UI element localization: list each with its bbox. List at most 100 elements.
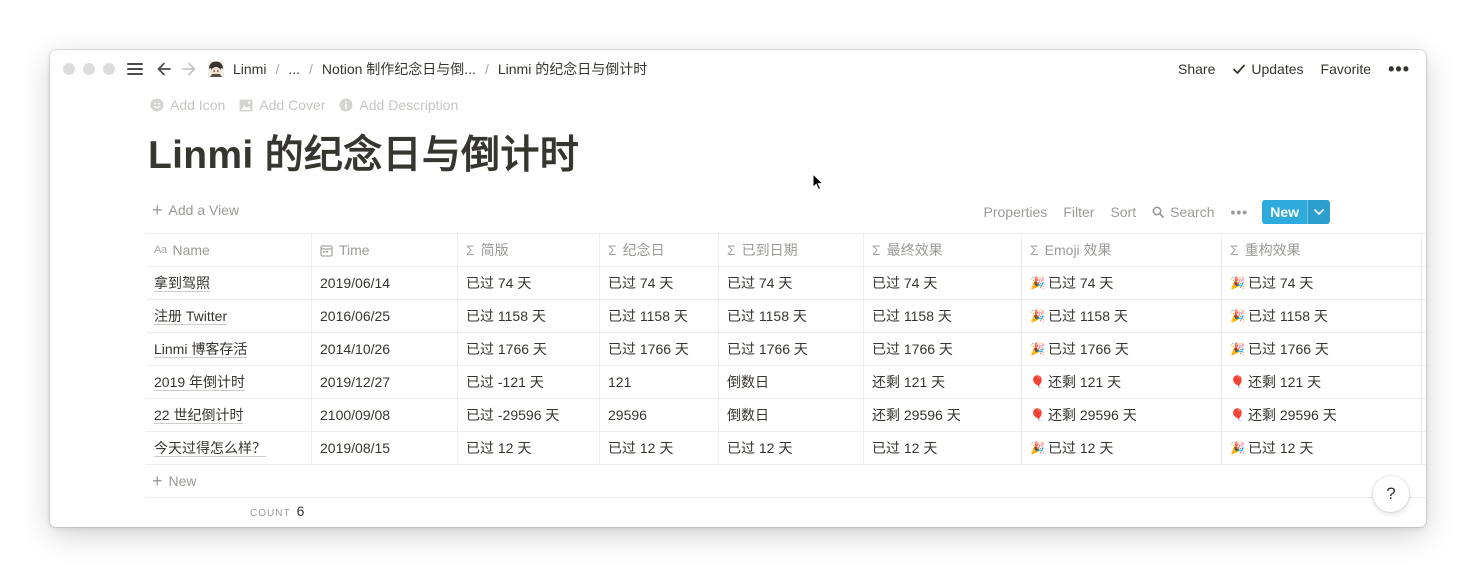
page-title[interactable]: Linmi 的纪念日与倒计时: [148, 124, 579, 180]
column-header-simple[interactable]: Σ 简版: [458, 234, 600, 266]
cell-anniversary[interactable]: 29596: [600, 399, 719, 431]
filter-button[interactable]: Filter: [1063, 204, 1094, 220]
cell-final[interactable]: 已过 74 天: [864, 267, 1022, 299]
cell-anniversary[interactable]: 已过 1766 天: [600, 333, 719, 365]
cell-name[interactable]: 拿到驾照: [146, 267, 312, 299]
new-record-button[interactable]: New: [1262, 200, 1307, 224]
cell-rebuild-effect[interactable]: 🎉 已过 1158 天: [1222, 300, 1422, 332]
cell-anniversary[interactable]: 已过 1158 天: [600, 300, 719, 332]
cell-reached[interactable]: 已过 12 天: [719, 432, 864, 464]
cell-simple[interactable]: 已过 1158 天: [458, 300, 600, 332]
cell-final[interactable]: 已过 12 天: [864, 432, 1022, 464]
cell-time[interactable]: 2019/12/27: [312, 366, 458, 398]
cell-reached[interactable]: 已过 1766 天: [719, 333, 864, 365]
cell-emoji-effect-text: 还剩 121 天: [1048, 374, 1122, 390]
cell-simple[interactable]: 已过 1766 天: [458, 333, 600, 365]
table-row[interactable]: Linmi 博客存活 2014/10/26 已过 1766 天 已过 1766 天 已过…: [146, 333, 1426, 366]
cell-time[interactable]: 2014/10/26: [312, 333, 458, 365]
cell-final[interactable]: 已过 1766 天: [864, 333, 1022, 365]
cell-simple[interactable]: 已过 -121 天: [458, 366, 600, 398]
add-view-button[interactable]: + Add a View: [152, 201, 239, 219]
cell-name[interactable]: 今天过得怎么样？: [146, 432, 312, 464]
cell-rebuild-effect[interactable]: 🎈 还剩 29596 天: [1222, 399, 1422, 431]
cell-time[interactable]: 2016/06/25: [312, 300, 458, 332]
window-close-button[interactable]: [63, 63, 75, 75]
column-header-time[interactable]: Time: [312, 234, 458, 266]
cell-name-text[interactable]: 22 世纪倒计时: [154, 407, 244, 424]
table-row[interactable]: 今天过得怎么样？ 2019/08/15 已过 12 天 已过 12 天 已过 12 天 已…: [146, 432, 1426, 465]
table-row[interactable]: 拿到驾照 2019/06/14 已过 74 天 已过 74 天 已过 74 天 已过 74…: [146, 267, 1426, 300]
cell-anniversary[interactable]: 121: [600, 366, 719, 398]
add-row-button[interactable]: + New: [146, 465, 1426, 498]
cell-emoji-effect[interactable]: 🎉 已过 1158 天: [1022, 300, 1222, 332]
sidebar-toggle-icon[interactable]: [126, 61, 144, 77]
cell-emoji-effect[interactable]: 🎉 已过 74 天: [1022, 267, 1222, 299]
cell-final[interactable]: 还剩 121 天: [864, 366, 1022, 398]
cell-emoji-effect[interactable]: 🎈 还剩 121 天: [1022, 366, 1222, 398]
cell-emoji-effect[interactable]: 🎈 还剩 29596 天: [1022, 399, 1222, 431]
window-zoom-button[interactable]: [103, 63, 115, 75]
cell-reached[interactable]: 已过 1158 天: [719, 300, 864, 332]
cell-name-text[interactable]: 拿到驾照: [154, 275, 210, 292]
cell-time[interactable]: 2019/06/14: [312, 267, 458, 299]
cell-anniversary[interactable]: 已过 74 天: [600, 267, 719, 299]
updates-button[interactable]: Updates: [1232, 61, 1304, 77]
cell-time[interactable]: 2019/08/15: [312, 432, 458, 464]
properties-button[interactable]: Properties: [984, 204, 1048, 220]
add-cover-button[interactable]: Add Cover: [239, 97, 325, 113]
column-header-rebuild-effect[interactable]: Σ 重构效果: [1222, 234, 1422, 266]
search-label: Search: [1170, 204, 1215, 220]
table-row[interactable]: 22 世纪倒计时 2100/09/08 已过 -29596 天 29596 倒数日 还剩 …: [146, 399, 1426, 432]
breadcrumb-workspace[interactable]: Linmi: [233, 61, 266, 77]
back-arrow-icon[interactable]: [155, 59, 175, 79]
cell-rebuild-effect[interactable]: 🎉 已过 74 天: [1222, 267, 1422, 299]
cell-name-text[interactable]: 今天过得怎么样？: [154, 440, 266, 457]
help-button[interactable]: ?: [1373, 476, 1409, 512]
more-view-options-icon[interactable]: •••: [1230, 204, 1248, 220]
favorite-button[interactable]: Favorite: [1321, 61, 1372, 77]
column-header-emoji-effect[interactable]: Σ Emoji 效果: [1022, 234, 1222, 266]
cell-simple[interactable]: 已过 74 天: [458, 267, 600, 299]
cell-anniversary[interactable]: 已过 12 天: [600, 432, 719, 464]
breadcrumb-ellipsis[interactable]: ...: [288, 61, 300, 77]
add-description-button[interactable]: Add Description: [339, 97, 458, 113]
table-row[interactable]: 2019 年倒计时 2019/12/27 已过 -121 天 121 倒数日 还剩 121…: [146, 366, 1426, 399]
cell-name[interactable]: 注册 Twitter: [146, 300, 312, 332]
cell-rebuild-effect[interactable]: 🎉 已过 12 天: [1222, 432, 1422, 464]
cell-reached[interactable]: 倒数日: [719, 366, 864, 398]
cell-name-text[interactable]: 注册 Twitter: [154, 308, 228, 325]
column-header-reached[interactable]: Σ 已到日期: [719, 234, 864, 266]
new-dropdown-button[interactable]: [1307, 200, 1330, 224]
cell-rebuild-effect[interactable]: 🎈 还剩 121 天: [1222, 366, 1422, 398]
search-button[interactable]: Search: [1152, 204, 1214, 220]
cell-emoji-effect[interactable]: 🎉 已过 12 天: [1022, 432, 1222, 464]
add-icon-button[interactable]: Add Icon: [150, 97, 225, 113]
cell-name[interactable]: Linmi 博客存活: [146, 333, 312, 365]
cell-reached[interactable]: 已过 74 天: [719, 267, 864, 299]
cell-name[interactable]: 22 世纪倒计时: [146, 399, 312, 431]
column-header-final[interactable]: Σ 最终效果: [864, 234, 1022, 266]
column-label: 已到日期: [741, 242, 798, 258]
breadcrumb-current-page[interactable]: Linmi 的纪念日与倒计时: [498, 59, 647, 79]
cell-simple[interactable]: 已过 -29596 天: [458, 399, 600, 431]
forward-arrow-icon[interactable]: [178, 59, 198, 79]
cell-simple[interactable]: 已过 12 天: [458, 432, 600, 464]
cell-final[interactable]: 已过 1158 天: [864, 300, 1022, 332]
cell-name-text[interactable]: 2019 年倒计时: [154, 374, 246, 391]
cell-emoji-effect[interactable]: 🎉 已过 1766 天: [1022, 333, 1222, 365]
cell-time[interactable]: 2100/09/08: [312, 399, 458, 431]
column-header-name[interactable]: Aa Name: [146, 234, 312, 266]
cell-name[interactable]: 2019 年倒计时: [146, 366, 312, 398]
share-button[interactable]: Share: [1178, 61, 1215, 77]
breadcrumb-parent-page[interactable]: Notion 制作纪念日与倒...: [322, 59, 476, 79]
column-header-anniversary[interactable]: Σ 纪念日: [600, 234, 719, 266]
cell-anniversary-text: 已过 74 天: [608, 275, 674, 291]
cell-final[interactable]: 还剩 29596 天: [864, 399, 1022, 431]
window-minimize-button[interactable]: [83, 63, 95, 75]
more-options-icon[interactable]: •••: [1388, 60, 1410, 78]
sort-button[interactable]: Sort: [1110, 204, 1136, 220]
cell-reached[interactable]: 倒数日: [719, 399, 864, 431]
cell-rebuild-effect[interactable]: 🎉 已过 1766 天: [1222, 333, 1422, 365]
cell-name-text[interactable]: Linmi 博客存活: [154, 341, 248, 358]
table-row[interactable]: 注册 Twitter 2016/06/25 已过 1158 天 已过 1158 天 已过…: [146, 300, 1426, 333]
